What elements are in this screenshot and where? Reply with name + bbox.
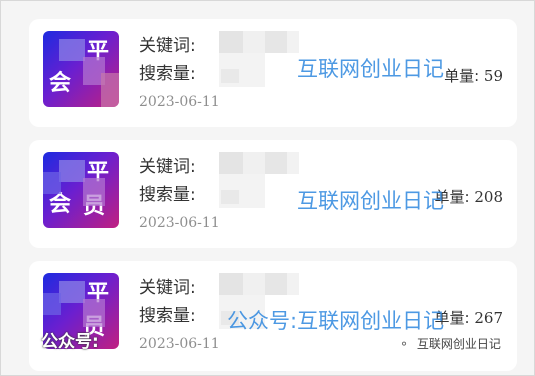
redacted-search-volume	[221, 69, 239, 83]
redacted-keyword	[287, 273, 299, 295]
item-date: 2023-06-11	[139, 215, 220, 231]
item-thumbnail: 平 会	[43, 31, 119, 107]
watermark-text: 互联网创业日记	[297, 57, 444, 81]
search-volume-label: 搜索量:	[139, 185, 196, 205]
mosaic-blur	[59, 160, 85, 182]
order-volume: 单量: 208	[435, 186, 503, 207]
redacted-keyword	[243, 152, 265, 174]
mosaic-blur	[83, 299, 105, 327]
item-date: 2023-06-11	[139, 94, 220, 110]
redacted-keyword	[219, 31, 243, 53]
mosaic-blur	[43, 172, 61, 194]
order-volume-label: 单量:	[444, 67, 480, 85]
wechat-icon: ⚬	[399, 337, 410, 351]
order-volume: 单量: 59	[444, 65, 503, 86]
redacted-keyword	[287, 31, 299, 53]
mosaic-blur	[43, 293, 61, 315]
footer-brand-label: 互联网创业日记	[416, 337, 501, 351]
order-volume: 单量: 267	[435, 307, 503, 328]
redacted-keyword	[265, 152, 287, 174]
thumbnail-char: 会	[49, 71, 72, 96]
redacted-keyword	[287, 152, 299, 174]
order-volume-value: 208	[474, 188, 503, 206]
redacted-keyword	[219, 152, 243, 174]
redacted-keyword	[265, 273, 287, 295]
overlay-watermark: 公众号:	[41, 332, 99, 352]
search-volume-label: 搜索量:	[139, 64, 196, 84]
redacted-keyword	[265, 31, 287, 53]
keyword-label: 关键词:	[139, 157, 196, 177]
redacted-keyword	[219, 273, 243, 295]
mosaic-blur	[59, 39, 85, 61]
order-volume-value: 267	[474, 309, 503, 327]
mosaic-blur	[83, 178, 105, 206]
redacted-keyword	[243, 273, 265, 295]
thumbnail-char: 会	[49, 192, 72, 217]
item-thumbnail: 平 会 员	[43, 152, 119, 228]
mosaic-blur	[59, 281, 85, 303]
redacted-keyword	[243, 31, 265, 53]
mosaic-blur	[101, 73, 119, 107]
footer-brand: ⚬ 互联网创业日记	[399, 335, 501, 352]
search-volume-label: 搜索量:	[139, 306, 196, 326]
screenshot-frame: 平 会 关键词: 搜索量: 2023-06-11 单量: 59 平 会 员 关键…	[0, 0, 535, 376]
keyword-label: 关键词:	[139, 36, 196, 56]
watermark-text: 公众号:互联网创业日记	[227, 309, 445, 333]
redacted-search-volume	[221, 190, 239, 204]
keyword-label: 关键词:	[139, 278, 196, 298]
item-date: 2023-06-11	[139, 336, 220, 352]
watermark-text: 互联网创业日记	[297, 189, 444, 213]
order-volume-value: 59	[483, 67, 503, 85]
